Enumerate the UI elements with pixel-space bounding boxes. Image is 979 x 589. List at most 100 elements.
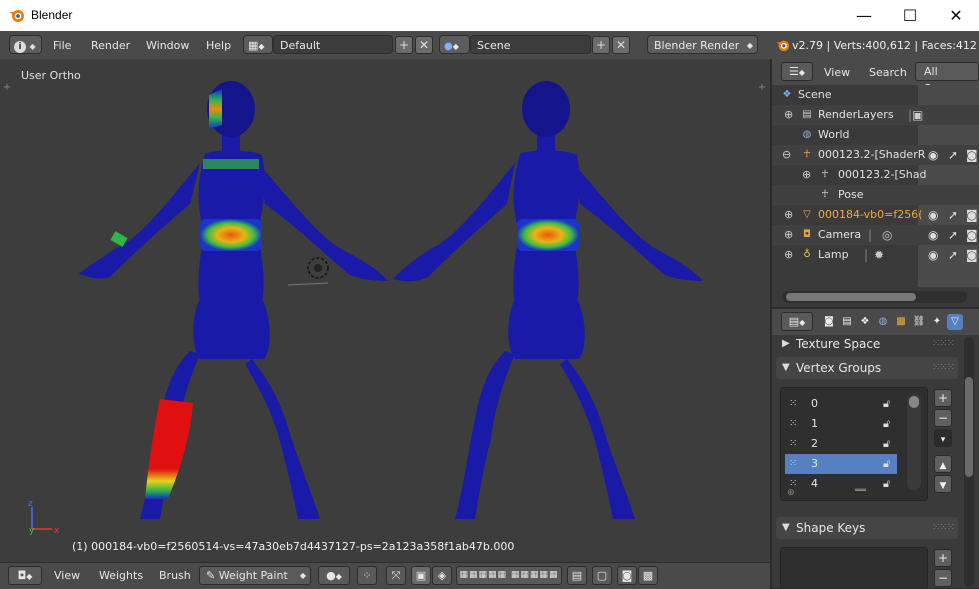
object-tab-icon[interactable]: ▩	[893, 314, 909, 330]
collapse-icon[interactable]: ⊖	[782, 145, 791, 165]
scrollbar-thumb[interactable]	[786, 293, 916, 301]
panel-shape-keys[interactable]: ▼ Shape Keys ⁙⁙⁙	[776, 517, 958, 539]
remove-shape-key-button[interactable]: −	[934, 569, 952, 587]
drag-grip-icon[interactable]: ⁙⁙⁙	[932, 517, 955, 539]
snap-toggle[interactable]: ▢	[592, 566, 612, 585]
vertex-group-row[interactable]: ⁙ 1 🔓︎	[785, 414, 897, 434]
unlock-icon[interactable]: 🔓︎	[883, 414, 890, 434]
scrollbar-thumb[interactable]	[909, 396, 919, 408]
list-resize-grip-icon[interactable]: ══	[855, 486, 866, 496]
mode-dropdown[interactable]: ✎ Weight Paint ◆	[199, 566, 311, 585]
render-animation-button[interactable]: ▩	[638, 566, 658, 585]
manipulator-toggle[interactable]: ⤧	[386, 566, 406, 585]
add-layout-button[interactable]: +	[395, 36, 413, 54]
render-view-button[interactable]: ◙	[617, 566, 637, 585]
outliner-row-lamp[interactable]: ⊕ ♁ Lamp | ✹ ◉ ➚ ◙	[772, 245, 979, 265]
editor-type-button[interactable]: ▤◆	[781, 312, 813, 331]
remove-vertex-group-button[interactable]: −	[934, 409, 952, 427]
panel-texture-space[interactable]: ▶ Texture Space ⁙⁙⁙	[776, 333, 958, 355]
move-group-down-button[interactable]: ▼	[934, 475, 952, 493]
drag-grip-icon[interactable]: ⁙⁙⁙	[932, 357, 955, 379]
vertex-group-list[interactable]: ⁙ 0 🔓︎ ⁙ 1 🔓︎ ⁙ 2 🔓︎ ⁙ 3 🔓︎ ⁙ 4 🔓︎ ⊕ ══	[780, 387, 928, 501]
outliner-row-world[interactable]: ◍ World	[772, 125, 979, 145]
3d-viewport[interactable]: User Ortho + + z y x (1) 000184-vb0=f256…	[0, 59, 770, 562]
maximize-button[interactable]: ☐	[887, 0, 933, 31]
lock-layers-button[interactable]: ▤	[567, 566, 587, 585]
display-mode-dropdown[interactable]: All Scenes	[915, 62, 979, 95]
render-tab-icon[interactable]: ◙	[821, 314, 837, 330]
vertex-mask-toggle[interactable]: ◈	[432, 566, 452, 585]
select-arrow-icon[interactable]: ➚	[948, 205, 958, 225]
layer-buttons[interactable]: ▦▦▦▦▦ ▦▦▦▦▦	[456, 566, 562, 585]
outliner-row-pose[interactable]: ☥ Pose	[772, 185, 979, 205]
close-button[interactable]: ✕	[933, 0, 979, 31]
menu-brush[interactable]: Brush	[159, 569, 191, 582]
expand-icon[interactable]: ⊕	[784, 105, 793, 125]
outliner-row-armature[interactable]: ⊖ ☥ 000123.2-[ShaderR ◉ ➚ ◙	[772, 145, 979, 165]
outliner-row-mesh[interactable]: ⊕ ▽ 000184-vb0=f256( ◉ ➚ ◙	[772, 205, 979, 225]
unlock-icon[interactable]: 🔓︎	[883, 434, 890, 454]
vertex-group-specials-button[interactable]: ▾	[934, 429, 952, 447]
menu-file[interactable]: File	[53, 39, 71, 52]
select-arrow-icon[interactable]: ➚	[948, 245, 958, 265]
menu-search[interactable]: Search	[869, 66, 907, 79]
add-scene-button[interactable]: +	[592, 36, 610, 54]
screen-layout-selector[interactable]: ▦◆	[243, 35, 273, 54]
camera-icon[interactable]: ◙	[966, 245, 978, 265]
select-arrow-icon[interactable]: ➚	[948, 145, 958, 165]
drag-grip-icon[interactable]: ⁙⁙⁙	[932, 333, 955, 355]
outliner-horizontal-scrollbar[interactable]	[782, 291, 967, 303]
editor-type-button[interactable]: i ◆	[9, 35, 42, 54]
expand-icon[interactable]: ⊕	[802, 165, 811, 185]
camera-icon[interactable]: ◙	[966, 205, 978, 225]
vertex-group-row[interactable]: ⁙ 4 🔓︎	[785, 474, 897, 494]
scrollbar-thumb[interactable]	[965, 377, 973, 477]
expand-icon[interactable]: ⊕	[784, 205, 793, 225]
menu-help[interactable]: Help	[206, 39, 231, 52]
list-scrollbar[interactable]	[907, 394, 921, 490]
add-shape-key-button[interactable]: +	[934, 549, 952, 567]
properties-scrollbar[interactable]	[964, 337, 974, 587]
expand-icon[interactable]: ⊕	[784, 225, 793, 245]
shape-key-list[interactable]	[780, 547, 928, 588]
delete-scene-button[interactable]: ✕	[612, 36, 630, 54]
add-vertex-group-button[interactable]: +	[934, 389, 952, 407]
eye-icon[interactable]: ◉	[928, 245, 938, 265]
camera-icon[interactable]: ◙	[966, 225, 978, 245]
select-arrow-icon[interactable]: ➚	[948, 225, 958, 245]
unlock-icon[interactable]: 🔓︎	[883, 474, 890, 494]
layout-name-field[interactable]: Default	[273, 35, 393, 54]
constraints-tab-icon[interactable]: ⛓	[911, 314, 927, 330]
menu-window[interactable]: Window	[146, 39, 189, 52]
move-group-up-button[interactable]: ▲	[934, 455, 952, 473]
outliner-row-renderlayers[interactable]: ⊕ ▤ RenderLayers | ▣	[772, 105, 979, 125]
pivot-dropdown[interactable]: ⁘	[357, 566, 377, 585]
expand-icon[interactable]: ⊕	[784, 245, 793, 265]
unlock-icon[interactable]: 🔓︎	[883, 394, 890, 414]
render-layers-tab-icon[interactable]: ▤	[839, 314, 855, 330]
menu-render[interactable]: Render	[91, 39, 130, 52]
camera-icon[interactable]: ◙	[966, 145, 978, 165]
outliner-row-armature-data[interactable]: ⊕ ☥ 000123.2-[Shad	[772, 165, 979, 185]
vertex-group-row[interactable]: ⁙ 2 🔓︎	[785, 434, 897, 454]
outliner-row-scene[interactable]: ❖ Scene	[772, 85, 979, 105]
modifiers-tab-icon[interactable]: ✦	[929, 314, 945, 330]
mesh-data-tab-icon[interactable]: ▽	[947, 314, 963, 330]
eye-icon[interactable]: ◉	[928, 225, 938, 245]
outliner-row-camera[interactable]: ⊕ ◘ Camera | ◎ ◉ ➚ ◙	[772, 225, 979, 245]
shading-dropdown[interactable]: ●◆	[318, 566, 350, 585]
unlock-icon[interactable]: 🔓︎	[883, 454, 890, 474]
list-filter-icon[interactable]: ⊕	[787, 488, 795, 498]
eye-icon[interactable]: ◉	[928, 205, 938, 225]
panel-vertex-groups[interactable]: ▼ Vertex Groups ⁙⁙⁙	[776, 357, 958, 379]
minimize-button[interactable]: —	[841, 0, 887, 31]
scene-tab-icon[interactable]: ❖	[857, 314, 873, 330]
vertex-group-row-selected[interactable]: ⁙ 3 🔓︎	[785, 454, 897, 474]
render-engine-dropdown[interactable]: Blender Render ◆	[647, 35, 758, 54]
scene-name-field[interactable]: Scene	[470, 35, 591, 54]
editor-type-button[interactable]: ◘◆	[8, 566, 42, 585]
menu-view[interactable]: View	[824, 66, 850, 79]
eye-icon[interactable]: ◉	[928, 145, 938, 165]
delete-layout-button[interactable]: ✕	[415, 36, 433, 54]
editor-type-button[interactable]: ☰◆	[781, 62, 813, 81]
